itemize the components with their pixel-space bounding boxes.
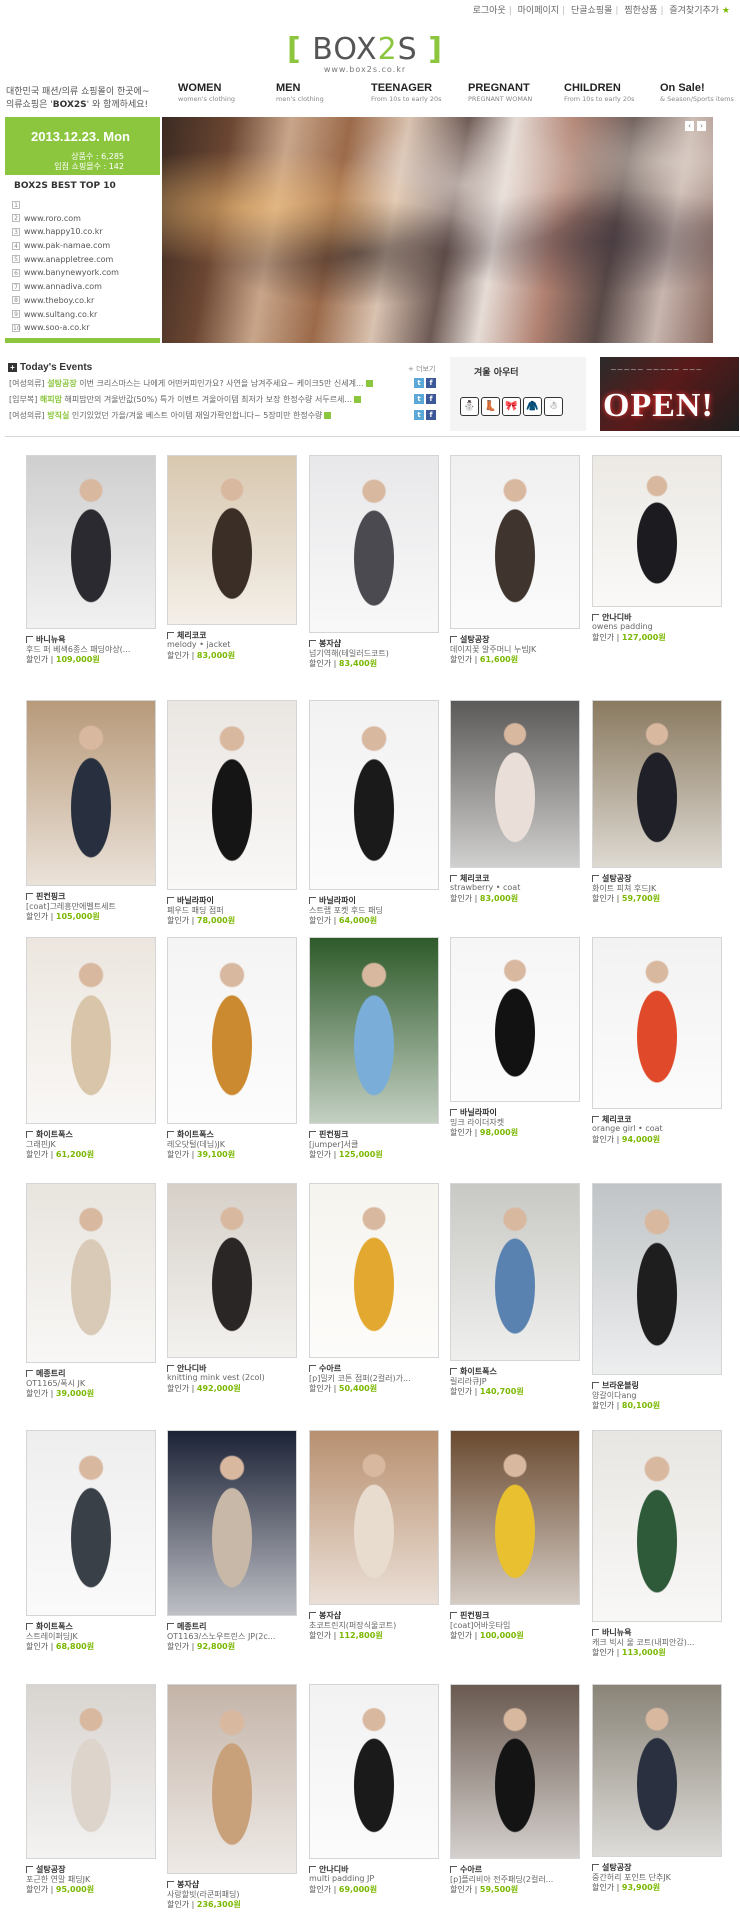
corner-icon	[450, 636, 457, 643]
product-name[interactable]: owens padding	[592, 622, 728, 631]
product-price: 할인가 | 113,000원	[592, 1648, 666, 1657]
corner-icon	[167, 632, 174, 639]
product-image[interactable]	[167, 1183, 297, 1358]
product-price: 할인가 | 112,800원	[309, 1631, 383, 1640]
product-price: 할인가 | 100,000원	[450, 1631, 524, 1640]
corner-icon	[167, 1365, 174, 1372]
product-price: 할인가 | 61,600원	[450, 655, 519, 664]
product-image[interactable]	[26, 1430, 156, 1616]
product-image[interactable]	[309, 455, 439, 633]
product-name[interactable]: melody • jacket	[167, 640, 303, 649]
product-price: 할인가 | 83,000원	[450, 894, 519, 903]
product-price: 할인가 | 109,000원	[26, 655, 100, 664]
corner-icon	[309, 1365, 316, 1372]
product-price: 할인가 | 50,400원	[309, 1384, 378, 1393]
product-image[interactable]	[450, 937, 580, 1102]
product-image[interactable]	[450, 1183, 580, 1361]
corner-icon	[592, 1629, 599, 1636]
product-price: 할인가 | 94,000원	[592, 1135, 661, 1144]
product-image[interactable]	[26, 1183, 156, 1363]
corner-icon	[26, 1370, 33, 1377]
corner-icon	[26, 636, 33, 643]
product-price: 할인가 | 69,000원	[309, 1885, 378, 1894]
corner-icon	[309, 897, 316, 904]
product-name[interactable]: multi padding JP	[309, 1874, 445, 1883]
corner-icon	[450, 1109, 457, 1116]
product-image[interactable]	[592, 700, 722, 868]
product-price: 할인가 | 39,000원	[26, 1389, 95, 1398]
product-price: 할인가 | 98,000원	[450, 1128, 519, 1137]
product-image[interactable]	[592, 1430, 722, 1622]
product-price: 할인가 | 127,000원	[592, 633, 666, 642]
corner-icon	[592, 614, 599, 621]
product-image[interactable]	[167, 1430, 297, 1616]
product-price: 할인가 | 61,200원	[26, 1150, 95, 1159]
corner-icon	[450, 875, 457, 882]
product-image[interactable]	[309, 1183, 439, 1358]
product-price: 할인가 | 64,000원	[309, 916, 378, 925]
product-price: 할인가 | 68,800원	[26, 1642, 95, 1651]
corner-icon	[167, 897, 174, 904]
product-image[interactable]	[450, 455, 580, 629]
corner-icon	[309, 1131, 316, 1138]
corner-icon	[592, 1382, 599, 1389]
product-image[interactable]	[309, 1430, 439, 1605]
product-price: 할인가 | 80,100원	[592, 1401, 661, 1410]
product-price: 할인가 | 140,700원	[450, 1387, 524, 1396]
corner-icon	[309, 640, 316, 647]
product-image[interactable]	[26, 1684, 156, 1859]
corner-icon	[592, 1864, 599, 1871]
product-price: 할인가 | 78,000원	[167, 916, 236, 925]
product-image[interactable]	[592, 455, 722, 607]
corner-icon	[450, 1368, 457, 1375]
product-price: 할인가 | 93,900원	[592, 1883, 661, 1892]
corner-icon	[450, 1612, 457, 1619]
corner-icon	[309, 1866, 316, 1873]
corner-icon	[26, 893, 33, 900]
product-image[interactable]	[167, 1684, 297, 1874]
corner-icon	[26, 1131, 33, 1138]
product-price: 할인가 | 105,000원	[26, 912, 100, 921]
product-price: 할인가 | 83,400원	[309, 659, 378, 668]
corner-icon	[309, 1612, 316, 1619]
product-image[interactable]	[26, 700, 156, 886]
product-image[interactable]	[309, 937, 439, 1124]
product-price: 할인가 | 59,500원	[450, 1885, 519, 1894]
product-name[interactable]: strawberry • coat	[450, 883, 586, 892]
corner-icon	[167, 1623, 174, 1630]
product-image[interactable]	[26, 937, 156, 1124]
product-image[interactable]	[167, 455, 297, 625]
product-image[interactable]	[167, 937, 297, 1124]
corner-icon	[26, 1623, 33, 1630]
product-name[interactable]: knitting mink vest (2col)	[167, 1373, 303, 1382]
product-image[interactable]	[450, 700, 580, 868]
product-price: 할인가 | 39,100원	[167, 1150, 236, 1159]
corner-icon	[26, 1866, 33, 1873]
product-price: 할인가 | 83,000원	[167, 651, 236, 660]
product-image[interactable]	[26, 455, 156, 629]
product-image[interactable]	[592, 937, 722, 1109]
product-price: 할인가 | 236,300원	[167, 1900, 241, 1909]
product-grid: 바니뉴욕 후드 퍼 베색6종스 패딩야상(... 할인가 | 109,000원 체리코…	[0, 0, 740, 1924]
product-image[interactable]	[450, 1684, 580, 1859]
product-price: 할인가 | 59,700원	[592, 894, 661, 903]
product-image[interactable]	[592, 1183, 722, 1375]
product-image[interactable]	[309, 1684, 439, 1859]
corner-icon	[592, 875, 599, 882]
product-price: 할인가 | 92,800원	[167, 1642, 236, 1651]
product-image[interactable]	[592, 1684, 722, 1857]
product-name[interactable]: orange girl • coat	[592, 1124, 728, 1133]
product-image[interactable]	[450, 1430, 580, 1605]
corner-icon	[167, 1881, 174, 1888]
product-price: 할인가 | 125,000원	[309, 1150, 383, 1159]
corner-icon	[167, 1131, 174, 1138]
product-price: 할인가 | 492,000원	[167, 1384, 241, 1393]
product-image[interactable]	[309, 700, 439, 890]
corner-icon	[592, 1116, 599, 1123]
corner-icon	[450, 1866, 457, 1873]
product-price: 할인가 | 95,000원	[26, 1885, 95, 1894]
product-image[interactable]	[167, 700, 297, 890]
